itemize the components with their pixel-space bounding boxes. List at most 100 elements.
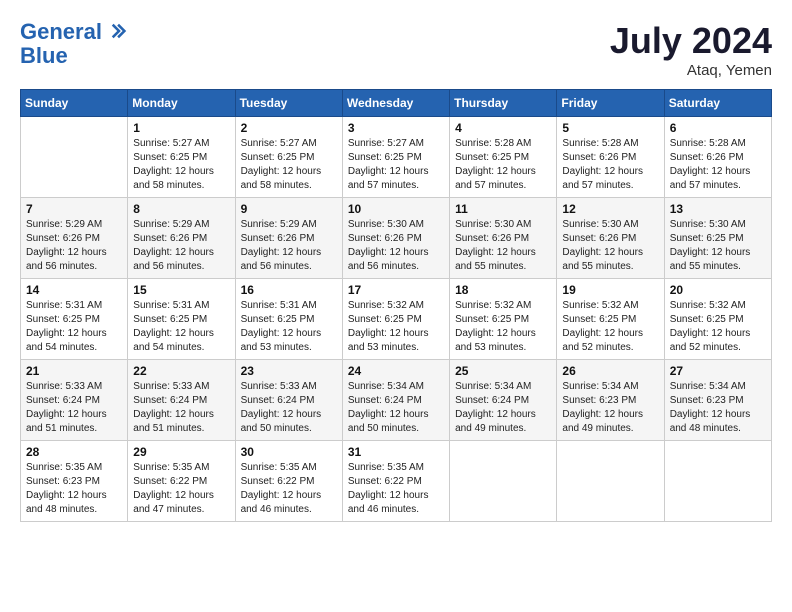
day-info: Sunrise: 5:35 AM Sunset: 6:22 PM Dayligh… — [133, 461, 229, 517]
logo: General Blue — [20, 20, 128, 68]
calendar-day-cell: 9 Sunrise: 5:29 AM Sunset: 6:26 PM Daylig… — [235, 198, 342, 279]
day-number: 6 — [670, 121, 766, 135]
day-info: Sunrise: 5:32 AM Sunset: 6:25 PM Dayligh… — [455, 299, 551, 355]
day-number: 13 — [670, 202, 766, 216]
day-number: 18 — [455, 283, 551, 297]
day-info: Sunrise: 5:28 AM Sunset: 6:25 PM Dayligh… — [455, 137, 551, 193]
calendar-day-cell: 29Sunrise: 5:35 AM Sunset: 6:22 PM Dayli… — [128, 441, 235, 522]
day-number: 26 — [562, 364, 658, 378]
day-info: Sunrise: 5:31 AM Sunset: 6:25 PM Dayligh… — [133, 299, 229, 355]
day-info: Sunrise: 5:34 AM Sunset: 6:24 PM Dayligh… — [455, 380, 551, 436]
calendar-day-cell: 28Sunrise: 5:35 AM Sunset: 6:23 PM Dayli… — [21, 441, 128, 522]
calendar-day-cell: 24 Sunrise: 5:34 AM Sunset: 6:24 PM Dayli… — [342, 360, 449, 441]
calendar-table: SundayMondayTuesdayWednesdayThursdayFrid… — [20, 89, 772, 522]
day-number: 21 — [26, 364, 122, 378]
day-info: Sunrise: 5:33 AM Sunset: 6:24 PM Dayligh… — [26, 380, 122, 436]
day-number: 4 — [455, 121, 551, 135]
day-number: 25 — [455, 364, 551, 378]
day-number: 2 — [241, 121, 337, 135]
day-number: 22 — [133, 364, 229, 378]
calendar-day-cell: 15 Sunrise: 5:31 AM Sunset: 6:25 PM Dayli… — [128, 279, 235, 360]
calendar-day-cell — [664, 441, 771, 522]
day-info: Sunrise: 5:30 AM Sunset: 6:25 PM Dayligh… — [670, 218, 766, 274]
month-title: July 2024 — [610, 20, 772, 62]
day-info: Sunrise: 5:28 AM Sunset: 6:26 PM Dayligh… — [670, 137, 766, 193]
day-number: 19 — [562, 283, 658, 297]
day-info: Sunrise: 5:34 AM Sunset: 6:23 PM Dayligh… — [562, 380, 658, 436]
calendar-day-cell: 1Sunrise: 5:27 AM Sunset: 6:25 PM Daylig… — [128, 117, 235, 198]
calendar-day-cell: 27Sunrise: 5:34 AM Sunset: 6:23 PM Dayli… — [664, 360, 771, 441]
day-info: Sunrise: 5:29 AM Sunset: 6:26 PM Dayligh… — [241, 218, 337, 274]
page-header: General Blue July 2024 Ataq, Yemen — [20, 20, 772, 79]
day-info: Sunrise: 5:32 AM Sunset: 6:25 PM Dayligh… — [562, 299, 658, 355]
calendar-day-cell: 20 Sunrise: 5:32 AM Sunset: 6:25 PM Dayli… — [664, 279, 771, 360]
day-number: 24 — [348, 364, 444, 378]
calendar-day-cell: 5 Sunrise: 5:28 AM Sunset: 6:26 PM Daylig… — [557, 117, 664, 198]
calendar-week-row: 14 Sunrise: 5:31 AM Sunset: 6:25 PM Dayli… — [21, 279, 772, 360]
day-number: 7 — [26, 202, 122, 216]
day-number: 1 — [133, 121, 229, 135]
day-number: 14 — [26, 283, 122, 297]
calendar-day-cell: 2Sunrise: 5:27 AM Sunset: 6:25 PM Daylig… — [235, 117, 342, 198]
day-info: Sunrise: 5:34 AM Sunset: 6:24 PM Dayligh… — [348, 380, 444, 436]
location: Ataq, Yemen — [610, 62, 772, 79]
calendar-weekday-header: Monday — [128, 90, 235, 117]
calendar-day-cell: 30 Sunrise: 5:35 AM Sunset: 6:22 PM Dayli… — [235, 441, 342, 522]
day-number: 16 — [241, 283, 337, 297]
day-info: Sunrise: 5:35 AM Sunset: 6:22 PM Dayligh… — [241, 461, 337, 517]
calendar-week-row: 21 Sunrise: 5:33 AM Sunset: 6:24 PM Dayli… — [21, 360, 772, 441]
day-info: Sunrise: 5:35 AM Sunset: 6:23 PM Dayligh… — [26, 461, 122, 517]
calendar-day-cell: 6 Sunrise: 5:28 AM Sunset: 6:26 PM Daylig… — [664, 117, 771, 198]
calendar-day-cell: 7Sunrise: 5:29 AM Sunset: 6:26 PM Daylig… — [21, 198, 128, 279]
calendar-day-cell: 10 Sunrise: 5:30 AM Sunset: 6:26 PM Dayli… — [342, 198, 449, 279]
calendar-header-row: SundayMondayTuesdayWednesdayThursdayFrid… — [21, 90, 772, 117]
calendar-day-cell: 26 Sunrise: 5:34 AM Sunset: 6:23 PM Dayli… — [557, 360, 664, 441]
calendar-day-cell: 8Sunrise: 5:29 AM Sunset: 6:26 PM Daylig… — [128, 198, 235, 279]
calendar-day-cell: 18 Sunrise: 5:32 AM Sunset: 6:25 PM Dayli… — [450, 279, 557, 360]
day-number: 5 — [562, 121, 658, 135]
day-number: 8 — [133, 202, 229, 216]
calendar-day-cell: 14Sunrise: 5:31 AM Sunset: 6:25 PM Dayli… — [21, 279, 128, 360]
title-block: July 2024 Ataq, Yemen — [610, 20, 772, 79]
day-info: Sunrise: 5:33 AM Sunset: 6:24 PM Dayligh… — [133, 380, 229, 436]
day-info: Sunrise: 5:32 AM Sunset: 6:25 PM Dayligh… — [348, 299, 444, 355]
day-number: 15 — [133, 283, 229, 297]
logo-text: General Blue — [20, 20, 128, 68]
calendar-day-cell: 25 Sunrise: 5:34 AM Sunset: 6:24 PM Dayli… — [450, 360, 557, 441]
calendar-week-row: 7 Sunrise: 5:29 AM Sunset: 6:26 PM Daylig… — [21, 198, 772, 279]
calendar-day-cell: 12Sunrise: 5:30 AM Sunset: 6:26 PM Dayli… — [557, 198, 664, 279]
calendar-day-cell: 22 Sunrise: 5:33 AM Sunset: 6:24 PM Dayli… — [128, 360, 235, 441]
calendar-day-cell: 13 Sunrise: 5:30 AM Sunset: 6:25 PM Dayli… — [664, 198, 771, 279]
calendar-day-cell — [557, 441, 664, 522]
day-info: Sunrise: 5:30 AM Sunset: 6:26 PM Dayligh… — [348, 218, 444, 274]
calendar-weekday-header: Wednesday — [342, 90, 449, 117]
day-number: 11 — [455, 202, 551, 216]
calendar-weekday-header: Friday — [557, 90, 664, 117]
calendar-day-cell — [450, 441, 557, 522]
calendar-weekday-header: Tuesday — [235, 90, 342, 117]
day-number: 10 — [348, 202, 444, 216]
calendar-day-cell: 19 Sunrise: 5:32 AM Sunset: 6:25 PM Dayli… — [557, 279, 664, 360]
calendar-week-row: 1Sunrise: 5:27 AM Sunset: 6:25 PM Daylig… — [21, 117, 772, 198]
day-number: 3 — [348, 121, 444, 135]
calendar-day-cell: 21 Sunrise: 5:33 AM Sunset: 6:24 PM Dayli… — [21, 360, 128, 441]
calendar-day-cell: 3Sunrise: 5:27 AM Sunset: 6:25 PM Daylig… — [342, 117, 449, 198]
calendar-day-cell: 4 Sunrise: 5:28 AM Sunset: 6:25 PM Daylig… — [450, 117, 557, 198]
day-number: 9 — [241, 202, 337, 216]
day-info: Sunrise: 5:34 AM Sunset: 6:23 PM Dayligh… — [670, 380, 766, 436]
day-info: Sunrise: 5:31 AM Sunset: 6:25 PM Dayligh… — [241, 299, 337, 355]
calendar-day-cell: 23Sunrise: 5:33 AM Sunset: 6:24 PM Dayli… — [235, 360, 342, 441]
calendar-weekday-header: Thursday — [450, 90, 557, 117]
day-number: 20 — [670, 283, 766, 297]
calendar-weekday-header: Sunday — [21, 90, 128, 117]
calendar-day-cell: 17Sunrise: 5:32 AM Sunset: 6:25 PM Dayli… — [342, 279, 449, 360]
calendar-body: 1Sunrise: 5:27 AM Sunset: 6:25 PM Daylig… — [21, 117, 772, 522]
calendar-day-cell: 31Sunrise: 5:35 AM Sunset: 6:22 PM Dayli… — [342, 441, 449, 522]
calendar-day-cell: 11 Sunrise: 5:30 AM Sunset: 6:26 PM Dayli… — [450, 198, 557, 279]
day-number: 23 — [241, 364, 337, 378]
day-info: Sunrise: 5:30 AM Sunset: 6:26 PM Dayligh… — [455, 218, 551, 274]
day-number: 30 — [241, 445, 337, 459]
calendar-weekday-header: Saturday — [664, 90, 771, 117]
day-info: Sunrise: 5:28 AM Sunset: 6:26 PM Dayligh… — [562, 137, 658, 193]
day-info: Sunrise: 5:32 AM Sunset: 6:25 PM Dayligh… — [670, 299, 766, 355]
